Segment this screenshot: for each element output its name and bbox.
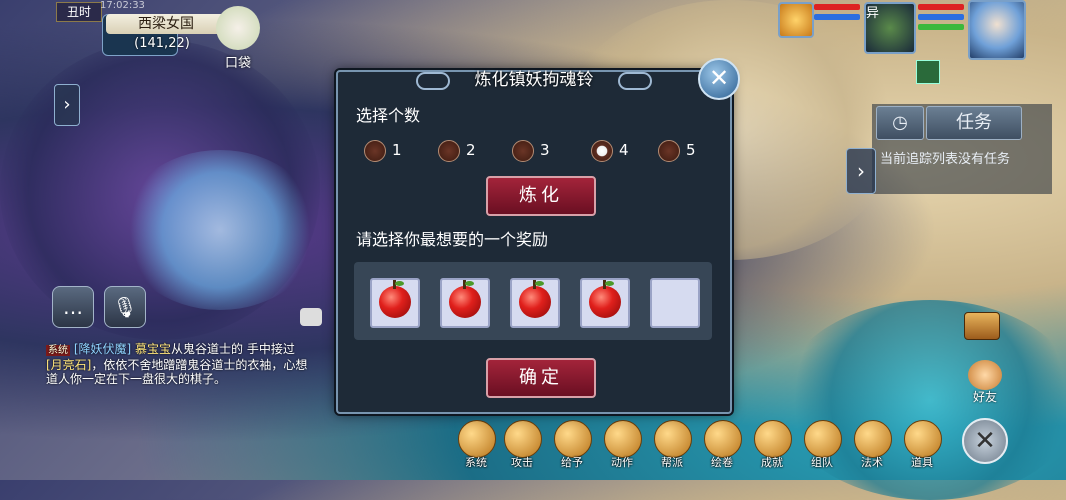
chat-log[interactable]: 系统 [降妖伏魔] 慕宝宝从鬼谷道士的 手中接过[月亮石]，依依不舍地蹭蹭鬼谷道… — [46, 342, 310, 386]
task-panel: ◷ 任务 当前追踪列表没有任务 — [872, 104, 1052, 194]
reward-panel — [354, 262, 712, 340]
chest-icon — [904, 420, 942, 458]
smile-icon — [604, 420, 642, 458]
tv-icon[interactable] — [964, 312, 1000, 340]
menu-spell[interactable]: 法术 — [848, 420, 896, 480]
peach-icon — [754, 420, 792, 458]
menu-label: 组队 — [811, 456, 833, 469]
reward-slot-3[interactable] — [510, 278, 560, 328]
map-name: 西梁女国 — [106, 14, 226, 34]
radio-button[interactable] — [512, 140, 534, 162]
camera-icon[interactable] — [300, 308, 322, 326]
timer-icon[interactable]: ◷ — [876, 106, 924, 140]
reward-slot-empty[interactable] — [650, 278, 700, 328]
refine-button[interactable]: 炼化 — [486, 176, 596, 216]
radio-button[interactable] — [364, 140, 386, 162]
menu-items[interactable]: 道具 — [898, 420, 946, 480]
menu-label: 系统 — [465, 456, 487, 469]
radio-button[interactable] — [438, 140, 460, 162]
pet-mp-bar — [814, 14, 860, 20]
chat-channel[interactable]: [降妖伏魔] — [74, 342, 131, 356]
bell-icon — [854, 420, 892, 458]
menu-label: 动作 — [611, 456, 633, 469]
buff-icon[interactable] — [916, 60, 940, 84]
menu-label: 道具 — [911, 456, 933, 469]
reward-slot-1[interactable] — [370, 278, 420, 328]
count-value: 2 — [466, 141, 476, 159]
count-value: 4 — [619, 141, 629, 159]
menu-label: 成就 — [761, 456, 783, 469]
count-value: 5 — [686, 141, 696, 159]
count-value: 1 — [392, 141, 402, 159]
dialog-title-bar: 炼化镇妖拘魂铃 — [416, 66, 652, 94]
target-tag: 异 — [866, 6, 880, 21]
apple-icon — [589, 280, 621, 318]
flag-icon — [654, 420, 692, 458]
menu-label: 帮派 — [661, 456, 683, 469]
menu-label: 给予 — [561, 456, 583, 469]
reward-slot-4[interactable] — [580, 278, 630, 328]
radio-button-selected[interactable] — [591, 140, 613, 162]
menu-achievement[interactable]: 成就 — [748, 420, 796, 480]
friends-label: 好友 — [972, 390, 997, 404]
pet-hp-bar — [814, 4, 860, 10]
player-avatar[interactable] — [968, 0, 1026, 60]
crowd-scene — [120, 150, 320, 310]
menu-label: 绘卷 — [711, 456, 733, 469]
chat-icon[interactable]: … — [52, 286, 94, 328]
gear-icon — [458, 420, 496, 458]
team-icon — [804, 420, 842, 458]
reward-slot-2[interactable] — [440, 278, 490, 328]
player-exp-bar — [918, 24, 964, 30]
handshake-icon — [968, 360, 1002, 390]
chat-item[interactable]: [月亮石] — [46, 358, 91, 372]
radio-button[interactable] — [658, 140, 680, 162]
gift-icon — [554, 420, 592, 458]
player-hp-bar — [918, 4, 964, 10]
coordinates: (141,22) — [134, 36, 190, 51]
confirm-button[interactable]: 确定 — [486, 358, 596, 398]
menu-scroll[interactable]: 绘卷 — [698, 420, 746, 480]
count-value: 3 — [540, 141, 550, 159]
refine-dialog: 炼化镇妖拘魂铃 ✕ 选择个数 1 2 3 4 5 炼化 请选择你最想要的一个奖励… — [336, 58, 740, 414]
pouch-label: 口袋 — [224, 56, 251, 71]
microphone-icon[interactable]: 🎙 — [104, 286, 146, 328]
dialog-title: 炼化镇妖拘魂铃 — [474, 70, 594, 90]
menu-label: 攻击 — [511, 456, 533, 469]
menu-attack[interactable]: 攻击 — [498, 420, 546, 480]
menu-team[interactable]: 组队 — [798, 420, 846, 480]
menu-give[interactable]: 给予 — [548, 420, 596, 480]
chat-text: 手中接过 — [246, 342, 295, 356]
menu-system[interactable]: 系统 — [452, 420, 500, 480]
reward-label: 请选择你最想要的一个奖励 — [356, 230, 549, 249]
chat-text: 从鬼谷道士的 — [171, 342, 244, 356]
apple-icon — [519, 280, 551, 318]
task-empty-message: 当前追踪列表没有任务 — [880, 152, 1011, 167]
friends-button[interactable]: 好友 — [962, 360, 1008, 404]
pouch-icon — [216, 6, 260, 50]
apple-icon — [379, 280, 411, 318]
count-label: 选择个数 — [356, 106, 421, 125]
chat-tag: 系统 — [46, 345, 70, 356]
chat-player[interactable]: 慕宝宝 — [135, 342, 171, 356]
collapse-task-button[interactable]: › — [846, 148, 876, 194]
chevron-right-icon[interactable]: › — [54, 84, 80, 126]
scroll-icon — [704, 420, 742, 458]
menu-action[interactable]: 动作 — [598, 420, 646, 480]
clock: 17:02:33 — [100, 0, 145, 11]
pouch-button[interactable]: 口袋 — [212, 6, 264, 72]
menu-label: 法术 — [861, 456, 883, 469]
apple-icon — [449, 280, 481, 318]
pet-avatar[interactable] — [778, 2, 814, 38]
task-button[interactable]: 任务 — [926, 106, 1022, 140]
game-time: 丑时 — [56, 2, 102, 22]
menu-guild[interactable]: 帮派 — [648, 420, 696, 480]
close-icon[interactable]: ✕ — [698, 58, 740, 100]
player-mp-bar — [918, 14, 964, 20]
sword-icon — [504, 420, 542, 458]
close-menu-button[interactable]: ✕ — [962, 418, 1008, 464]
